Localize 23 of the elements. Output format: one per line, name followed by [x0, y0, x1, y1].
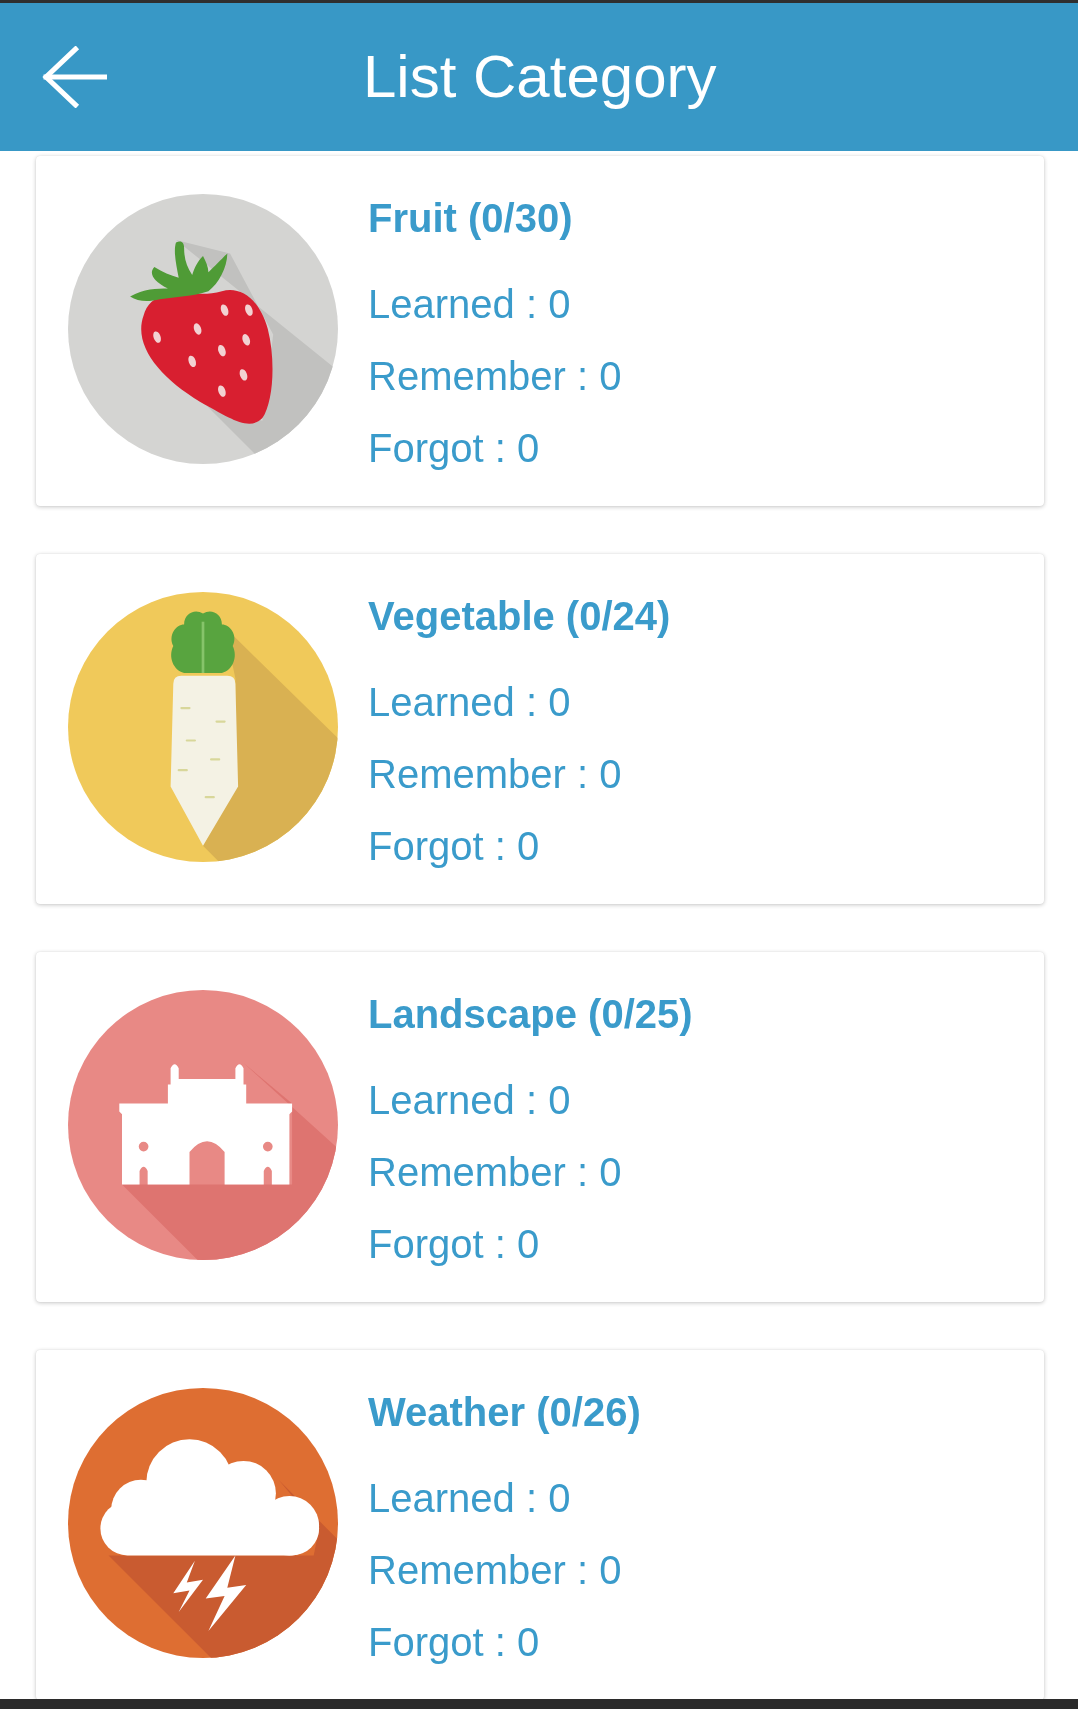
category-title: Vegetable (0/24) — [368, 593, 671, 640]
category-title: Fruit (0/30) — [368, 195, 574, 242]
stat-text: Remember : 0 — [368, 1547, 623, 1594]
stat-text: Remember : 0 — [368, 353, 622, 400]
stat-text: Remember : 0 — [368, 1149, 623, 1196]
stat-text: Learned : 0 — [368, 1475, 572, 1522]
stat-text: Forgot : 0 — [368, 823, 541, 870]
category-title: Weather (0/26) — [368, 1389, 641, 1436]
category-title: Landscape (0/25) — [368, 991, 693, 1038]
category-card[interactable]: Vegetable (0/24) Learned : 0 Remember : 0 Forgot : 0 — [36, 554, 1044, 904]
back-button[interactable] — [42, 46, 107, 108]
stat-text: Learned : 0 — [368, 679, 572, 726]
category-card[interactable]: Fruit (0/30) Learned : 0 Remember : 0 Forgot : 0 — [36, 156, 1044, 506]
category-card[interactable]: Landscape (0/25) Learned : 0 Remember : 0 Forgot : 0 — [36, 952, 1044, 1302]
stat-text: Forgot : 0 — [368, 425, 541, 472]
storm-cloud-icon — [68, 1388, 338, 1658]
stat-text: Learned : 0 — [368, 281, 572, 328]
category-card[interactable]: Weather (0/26) Learned : 0 Remember : 0 Forgot : 0 — [36, 1350, 1044, 1699]
stat-text: Learned : 0 — [368, 1077, 572, 1124]
stat-text: Remember : 0 — [368, 751, 623, 798]
stat-text: Forgot : 0 — [368, 1221, 541, 1268]
stat-text: Forgot : 0 — [368, 1619, 541, 1666]
screen-title: List Category — [363, 47, 717, 107]
